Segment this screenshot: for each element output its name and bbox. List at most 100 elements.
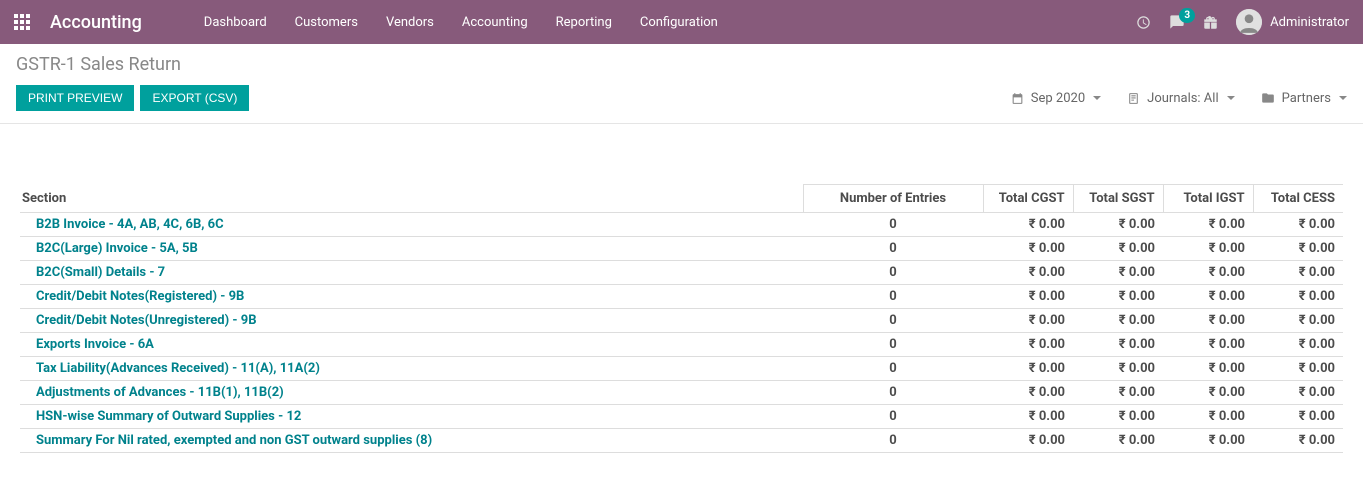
- cell-entries: 0: [803, 261, 983, 285]
- table-row: B2C(Small) Details - 70₹ 0.00₹ 0.00₹ 0.0…: [20, 261, 1343, 285]
- nav-item-accounting[interactable]: Accounting: [450, 5, 540, 40]
- table-row: Exports Invoice - 6A0₹ 0.00₹ 0.00₹ 0.00₹…: [20, 333, 1343, 357]
- section-link[interactable]: B2C(Large) Invoice - 5A, 5B: [20, 237, 803, 261]
- cell-sgst: ₹ 0.00: [1073, 381, 1163, 405]
- cell-cess: ₹ 0.00: [1253, 285, 1343, 309]
- apps-icon[interactable]: [14, 14, 30, 30]
- messages-badge: 3: [1179, 8, 1195, 23]
- app-name[interactable]: Accounting: [50, 12, 142, 33]
- col-cess: Total CESS: [1253, 185, 1343, 213]
- section-link[interactable]: Exports Invoice - 6A: [20, 333, 803, 357]
- cell-cess: ₹ 0.00: [1253, 429, 1343, 453]
- table-row: B2B Invoice - 4A, AB, 4C, 6B, 6C0₹ 0.00₹…: [20, 213, 1343, 237]
- avatar: [1236, 9, 1262, 35]
- col-cgst: Total CGST: [983, 185, 1073, 213]
- print-preview-button[interactable]: PRINT PREVIEW: [16, 85, 134, 111]
- section-link[interactable]: Adjustments of Advances - 11B(1), 11B(2): [20, 381, 803, 405]
- cell-cess: ₹ 0.00: [1253, 237, 1343, 261]
- export-csv-button[interactable]: EXPORT (CSV): [140, 85, 249, 111]
- cell-igst: ₹ 0.00: [1163, 261, 1253, 285]
- cell-cess: ₹ 0.00: [1253, 309, 1343, 333]
- cell-igst: ₹ 0.00: [1163, 309, 1253, 333]
- user-menu[interactable]: Administrator: [1236, 9, 1349, 35]
- cell-sgst: ₹ 0.00: [1073, 405, 1163, 429]
- chevron-down-icon: [1339, 96, 1347, 100]
- cell-cgst: ₹ 0.00: [983, 261, 1073, 285]
- filter-partners-label: Partners: [1282, 91, 1331, 106]
- cell-entries: 0: [803, 429, 983, 453]
- cell-sgst: ₹ 0.00: [1073, 429, 1163, 453]
- table-row: Summary For Nil rated, exempted and non …: [20, 429, 1343, 453]
- top-navbar: Accounting DashboardCustomersVendorsAcco…: [0, 0, 1363, 44]
- chevron-down-icon: [1227, 96, 1235, 100]
- cell-cgst: ₹ 0.00: [983, 213, 1073, 237]
- cell-entries: 0: [803, 381, 983, 405]
- nav-item-configuration[interactable]: Configuration: [628, 5, 730, 40]
- cell-cess: ₹ 0.00: [1253, 405, 1343, 429]
- nav-menu: DashboardCustomersVendorsAccountingRepor…: [192, 5, 730, 40]
- cell-igst: ₹ 0.00: [1163, 405, 1253, 429]
- col-entries: Number of Entries: [803, 185, 983, 213]
- filter-date[interactable]: Sep 2020: [1011, 91, 1101, 106]
- cell-igst: ₹ 0.00: [1163, 213, 1253, 237]
- cell-cgst: ₹ 0.00: [983, 381, 1073, 405]
- col-sgst: Total SGST: [1073, 185, 1163, 213]
- cell-cgst: ₹ 0.00: [983, 285, 1073, 309]
- cell-cess: ₹ 0.00: [1253, 261, 1343, 285]
- messages-icon[interactable]: 3: [1169, 12, 1185, 32]
- cell-igst: ₹ 0.00: [1163, 237, 1253, 261]
- table-row: Credit/Debit Notes(Registered) - 9B0₹ 0.…: [20, 285, 1343, 309]
- section-link[interactable]: Tax Liability(Advances Received) - 11(A)…: [20, 357, 803, 381]
- cell-entries: 0: [803, 357, 983, 381]
- cell-sgst: ₹ 0.00: [1073, 285, 1163, 309]
- cell-cgst: ₹ 0.00: [983, 405, 1073, 429]
- section-link[interactable]: HSN-wise Summary of Outward Supplies - 1…: [20, 405, 803, 429]
- activity-icon[interactable]: [1136, 12, 1151, 32]
- cell-entries: 0: [803, 237, 983, 261]
- cell-sgst: ₹ 0.00: [1073, 213, 1163, 237]
- username: Administrator: [1270, 15, 1349, 30]
- cell-sgst: ₹ 0.00: [1073, 357, 1163, 381]
- nav-item-customers[interactable]: Customers: [283, 5, 370, 40]
- chevron-down-icon: [1093, 96, 1101, 100]
- cell-sgst: ₹ 0.00: [1073, 309, 1163, 333]
- page-title: GSTR-1 Sales Return: [16, 54, 1347, 75]
- cell-cess: ₹ 0.00: [1253, 381, 1343, 405]
- cell-entries: 0: [803, 309, 983, 333]
- filter-journals[interactable]: Journals: All: [1127, 91, 1234, 106]
- gift-icon[interactable]: [1203, 12, 1218, 32]
- col-igst: Total IGST: [1163, 185, 1253, 213]
- cell-cess: ₹ 0.00: [1253, 333, 1343, 357]
- section-link[interactable]: Credit/Debit Notes(Registered) - 9B: [20, 285, 803, 309]
- cell-igst: ₹ 0.00: [1163, 285, 1253, 309]
- report-table: Section Number of Entries Total CGST Tot…: [20, 184, 1343, 453]
- cell-sgst: ₹ 0.00: [1073, 261, 1163, 285]
- cell-cess: ₹ 0.00: [1253, 213, 1343, 237]
- filter-journals-label: Journals: All: [1147, 91, 1218, 106]
- cell-cgst: ₹ 0.00: [983, 357, 1073, 381]
- nav-item-dashboard[interactable]: Dashboard: [192, 5, 279, 40]
- filter-date-label: Sep 2020: [1031, 91, 1085, 106]
- cell-igst: ₹ 0.00: [1163, 381, 1253, 405]
- col-section: Section: [20, 185, 803, 213]
- cell-sgst: ₹ 0.00: [1073, 237, 1163, 261]
- section-link[interactable]: B2C(Small) Details - 7: [20, 261, 803, 285]
- cell-entries: 0: [803, 333, 983, 357]
- cell-entries: 0: [803, 213, 983, 237]
- table-row: Adjustments of Advances - 11B(1), 11B(2)…: [20, 381, 1343, 405]
- filter-partners[interactable]: Partners: [1261, 91, 1347, 106]
- cell-cess: ₹ 0.00: [1253, 357, 1343, 381]
- cell-cgst: ₹ 0.00: [983, 309, 1073, 333]
- section-link[interactable]: Summary For Nil rated, exempted and non …: [20, 429, 803, 453]
- control-panel: GSTR-1 Sales Return PRINT PREVIEW EXPORT…: [0, 44, 1363, 124]
- cell-igst: ₹ 0.00: [1163, 429, 1253, 453]
- section-link[interactable]: Credit/Debit Notes(Unregistered) - 9B: [20, 309, 803, 333]
- cell-entries: 0: [803, 405, 983, 429]
- cell-igst: ₹ 0.00: [1163, 333, 1253, 357]
- cell-entries: 0: [803, 285, 983, 309]
- section-link[interactable]: B2B Invoice - 4A, AB, 4C, 6B, 6C: [20, 213, 803, 237]
- nav-item-vendors[interactable]: Vendors: [374, 5, 446, 40]
- cell-cgst: ₹ 0.00: [983, 429, 1073, 453]
- table-row: B2C(Large) Invoice - 5A, 5B0₹ 0.00₹ 0.00…: [20, 237, 1343, 261]
- nav-item-reporting[interactable]: Reporting: [544, 5, 624, 40]
